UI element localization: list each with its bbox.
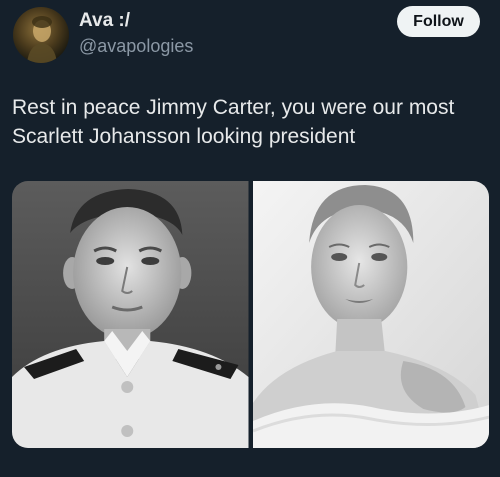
avatar-photo-icon xyxy=(27,16,57,63)
display-name[interactable]: Ava :/ xyxy=(79,10,130,32)
follow-button[interactable]: Follow xyxy=(397,6,480,37)
media-photo-right[interactable] xyxy=(252,181,489,448)
media-grid xyxy=(12,181,489,448)
handle[interactable]: @avapologies xyxy=(79,36,193,57)
portrait-photo-icon xyxy=(252,181,489,448)
media-photo-left[interactable] xyxy=(12,181,249,448)
portrait-photo-icon xyxy=(12,181,249,448)
tweet-text: Rest in peace Jimmy Carter, you were our… xyxy=(12,96,455,148)
avatar[interactable] xyxy=(13,7,69,63)
